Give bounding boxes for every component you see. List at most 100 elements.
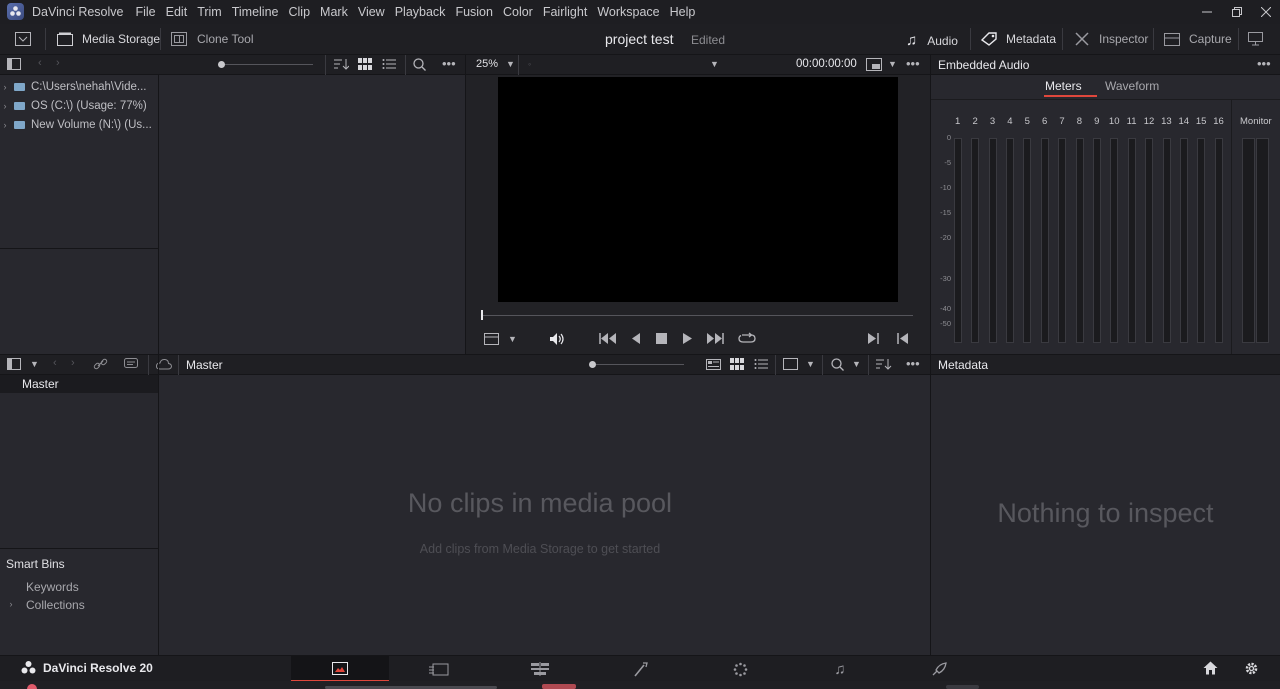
more-options-icon[interactable]: ••• [442, 56, 456, 71]
chevron-down-icon[interactable]: ▼ [710, 59, 719, 69]
panel-collapse-icon[interactable] [15, 32, 31, 46]
loop-icon[interactable] [738, 332, 756, 345]
page-tab-color[interactable] [691, 656, 789, 682]
more-options-icon[interactable]: ••• [1257, 56, 1271, 71]
slider-knob[interactable] [218, 61, 225, 68]
home-icon[interactable] [1203, 661, 1218, 675]
menu-color[interactable]: Color [503, 5, 533, 19]
taskbar-app-icon[interactable] [542, 684, 576, 689]
page-tab-media[interactable] [291, 656, 389, 682]
audio-button[interactable]: ♫ Audio [906, 32, 958, 49]
thumbnail-size-slider[interactable] [218, 64, 313, 65]
slider-knob[interactable] [589, 361, 596, 368]
media-pool-area[interactable]: No clips in media pool Add clips from Me… [159, 375, 930, 655]
tree-item-new-volume[interactable]: › New Volume (N:\) (Us... [0, 115, 158, 134]
playhead[interactable] [481, 310, 483, 320]
filter-icon[interactable] [124, 358, 140, 371]
forward-icon[interactable]: › [71, 357, 75, 369]
chevron-right-icon[interactable]: › [0, 120, 10, 130]
chevron-right-icon[interactable]: › [0, 101, 10, 111]
tree-item-videos[interactable]: › C:\Users\nehah\Vide... [0, 77, 158, 96]
link-icon[interactable] [93, 358, 108, 371]
zoom-dropdown[interactable]: 25% ▼ [476, 58, 515, 70]
taskbar-app-icon[interactable] [946, 685, 979, 689]
sort-icon[interactable] [876, 358, 892, 370]
skip-to-start-icon[interactable] [599, 333, 617, 344]
metadata-button[interactable]: Metadata [981, 32, 1056, 46]
next-clip-icon[interactable] [868, 333, 879, 344]
play-icon[interactable] [683, 333, 692, 344]
page-tab-cut[interactable] [390, 656, 488, 682]
monitor-icon[interactable] [1248, 32, 1263, 46]
menu-fairlight[interactable]: Fairlight [543, 5, 587, 19]
bin-title: Master [186, 358, 223, 372]
tab-waveform[interactable]: Waveform [1105, 79, 1159, 93]
list-view-icon[interactable] [754, 358, 768, 370]
back-icon[interactable]: ‹ [53, 357, 57, 369]
restore-icon[interactable] [1222, 0, 1252, 24]
menu-view[interactable]: View [358, 5, 385, 19]
clone-tool-button[interactable]: Clone Tool [171, 32, 253, 46]
inspector-button[interactable]: Inspector [1075, 32, 1148, 46]
capture-button[interactable]: Capture [1164, 32, 1232, 46]
smart-bin-collections[interactable]: Collections [26, 598, 85, 612]
scrubber-bar[interactable] [481, 315, 913, 316]
page-tab-deliver[interactable] [890, 656, 988, 682]
active-tab-indicator [1044, 95, 1097, 97]
forward-icon[interactable]: › [56, 57, 60, 69]
tab-meters[interactable]: Meters [1045, 79, 1082, 93]
taskbar-app-icon[interactable] [27, 684, 37, 689]
page-tab-edit[interactable] [491, 656, 589, 682]
chevron-right-icon[interactable]: › [0, 82, 10, 92]
chevron-down-icon[interactable]: ▼ [806, 359, 815, 369]
chevron-down-icon[interactable]: ▼ [888, 59, 897, 69]
chevron-down-icon[interactable]: ▼ [852, 359, 861, 369]
metadata-panel: Nothing to inspect [931, 375, 1280, 655]
menu-timeline[interactable]: Timeline [232, 5, 279, 19]
sidebar-toggle-icon[interactable] [7, 358, 21, 370]
viewer-mode-icon[interactable] [866, 58, 882, 71]
sidebar-toggle-icon[interactable] [7, 58, 21, 70]
page-tab-fusion[interactable] [592, 656, 690, 682]
list-view-icon[interactable] [382, 58, 396, 70]
skip-to-end-icon[interactable] [706, 333, 724, 344]
viewer-layout-icon[interactable] [484, 333, 499, 345]
stop-icon[interactable] [656, 333, 667, 344]
menu-trim[interactable]: Trim [197, 5, 222, 19]
volume-icon[interactable] [549, 332, 565, 346]
media-storage-button[interactable]: Media Storage [57, 32, 160, 46]
previous-clip-icon[interactable] [897, 333, 908, 344]
menu-file[interactable]: File [135, 5, 155, 19]
tree-item-os-drive[interactable]: › OS (C:\) (Usage: 77%) [0, 96, 158, 115]
menu-mark[interactable]: Mark [320, 5, 348, 19]
chevron-down-icon[interactable]: ▼ [30, 359, 39, 369]
gear-icon[interactable] [1244, 661, 1259, 676]
minimize-icon[interactable] [1192, 0, 1222, 24]
menu-fusion[interactable]: Fusion [455, 5, 493, 19]
metadata-view-icon[interactable] [706, 359, 721, 370]
reverse-play-icon[interactable] [632, 333, 641, 344]
sort-icon[interactable] [334, 58, 349, 70]
menu-playback[interactable]: Playback [395, 5, 446, 19]
close-icon[interactable] [1251, 0, 1280, 24]
chevron-right-icon[interactable]: › [6, 599, 16, 609]
thumbnail-size-slider[interactable] [596, 364, 684, 365]
monitor-meter-left [1242, 138, 1255, 343]
bin-item-master[interactable]: Master [0, 375, 158, 393]
more-options-icon[interactable]: ••• [906, 356, 920, 371]
smart-bin-keywords[interactable]: Keywords [26, 580, 79, 594]
clip-frame-icon[interactable] [783, 358, 798, 370]
chevron-down-icon[interactable]: ▼ [508, 334, 517, 344]
grid-view-icon[interactable] [730, 358, 744, 370]
search-icon[interactable] [413, 58, 426, 71]
grid-view-icon[interactable] [358, 58, 372, 70]
page-tab-fairlight[interactable]: ♫ [791, 656, 889, 682]
menu-edit[interactable]: Edit [166, 5, 188, 19]
menu-help[interactable]: Help [670, 5, 696, 19]
menu-workspace[interactable]: Workspace [597, 5, 659, 19]
more-options-icon[interactable]: ••• [906, 56, 920, 71]
menu-clip[interactable]: Clip [289, 5, 311, 19]
search-icon[interactable] [831, 358, 844, 371]
back-icon[interactable]: ‹ [38, 57, 42, 69]
video-preview[interactable] [498, 77, 898, 302]
